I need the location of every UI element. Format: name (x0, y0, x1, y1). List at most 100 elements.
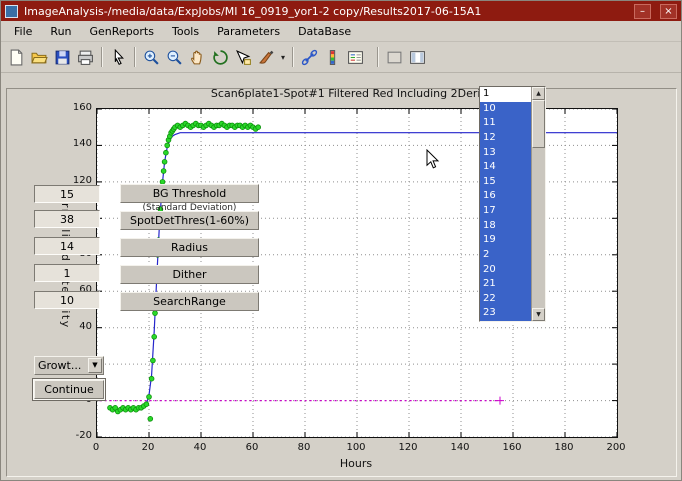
x-tick-label: 120 (393, 442, 423, 453)
printer-icon (77, 49, 94, 66)
menu-item-tools[interactable]: Tools (163, 23, 208, 40)
x-tick-label: 0 (81, 442, 111, 453)
list-item[interactable]: 16 (480, 189, 531, 204)
x-tick-label: 140 (445, 442, 475, 453)
figure-canvas: Scan6plate1-Spot#1 Filtered Red Includin… (1, 73, 682, 481)
spotdetthres-label-button[interactable]: SpotDetThres(1-60%) (120, 211, 259, 230)
rotate-3d-button[interactable] (209, 46, 232, 69)
titlebar[interactable]: ImageAnalysis-/media/data/ExpJobs/MI 16_… (1, 1, 681, 21)
menu-item-parameters[interactable]: Parameters (208, 23, 289, 40)
spotdetthres-input[interactable] (34, 210, 100, 228)
list-item[interactable]: 20 (480, 263, 531, 278)
list-item[interactable]: 21 (480, 277, 531, 292)
listbox-scrollbar[interactable]: ▲ ▼ (531, 87, 545, 321)
y-tick-label: -20 (48, 430, 92, 441)
bg-threshold-label-button[interactable]: BG Threshold (120, 184, 259, 203)
list-item[interactable]: 22 (480, 292, 531, 307)
y-tick-label: 160 (48, 102, 92, 113)
spot-list: 1 10 11 12 13 14 15 16 17 18 19 2 20 21 … (480, 87, 531, 321)
figure-toolbar: ▾ (1, 42, 681, 73)
toolbar-separator (377, 47, 379, 67)
brush-icon (258, 49, 275, 66)
list-item[interactable]: 1 (480, 87, 531, 102)
x-tick-label: 200 (601, 442, 631, 453)
x-tick-label: 100 (341, 442, 371, 453)
insert-colorbar-button[interactable] (321, 46, 344, 69)
legend-icon (347, 49, 364, 66)
brush-button[interactable] (255, 46, 278, 69)
colorbar-icon (324, 49, 341, 66)
list-item[interactable]: 10 (480, 102, 531, 117)
data-cursor-icon (235, 49, 252, 66)
show-plot-tools-button[interactable] (406, 46, 429, 69)
arrow-pointer-icon (110, 49, 127, 66)
searchrange-input[interactable] (34, 291, 100, 309)
zoom-in-button[interactable] (140, 46, 163, 69)
zoom-out-button[interactable] (163, 46, 186, 69)
menu-item-genreports[interactable]: GenReports (81, 23, 163, 40)
y-tick-label: 40 (48, 321, 92, 332)
new-document-icon (8, 49, 25, 66)
continue-button[interactable]: Continue (34, 380, 104, 399)
data-cursor-button[interactable] (232, 46, 255, 69)
hand-icon (189, 49, 206, 66)
hide-plot-tools-button[interactable] (383, 46, 406, 69)
scrollbar-thumb[interactable] (532, 100, 545, 148)
spot-listbox[interactable]: 1 10 11 12 13 14 15 16 17 18 19 2 20 21 … (479, 86, 546, 322)
searchrange-label-button[interactable]: SearchRange (120, 292, 259, 311)
x-tick-label: 180 (549, 442, 579, 453)
rotate-icon (212, 49, 229, 66)
link-plots-button[interactable] (298, 46, 321, 69)
zoom-in-icon (143, 49, 160, 66)
new-file-button[interactable] (5, 46, 28, 69)
save-button[interactable] (51, 46, 74, 69)
insert-legend-button[interactable] (344, 46, 367, 69)
scroll-up-icon[interactable]: ▲ (532, 87, 545, 100)
x-tick-label: 160 (497, 442, 527, 453)
radius-label-button[interactable]: Radius (120, 238, 259, 257)
list-item[interactable]: 14 (480, 160, 531, 175)
list-item[interactable]: 18 (480, 219, 531, 234)
list-item[interactable]: 17 (480, 204, 531, 219)
pan-button[interactable] (186, 46, 209, 69)
brush-dropdown-button[interactable]: ▾ (278, 53, 288, 62)
app-icon (5, 5, 18, 18)
open-file-button[interactable] (28, 46, 51, 69)
print-button[interactable] (74, 46, 97, 69)
open-folder-icon (31, 49, 48, 66)
x-tick-label: 20 (133, 442, 163, 453)
growth-dropdown-value: Growt... (35, 359, 88, 372)
chevron-down-icon: ▼ (88, 358, 102, 373)
minimize-button[interactable]: – (634, 4, 651, 19)
radius-input[interactable] (34, 237, 100, 255)
zoom-out-icon (166, 49, 183, 66)
menu-item-file[interactable]: File (5, 23, 41, 40)
pointer-tool-button[interactable] (107, 46, 130, 69)
menu-item-run[interactable]: Run (41, 23, 80, 40)
x-tick-label: 40 (185, 442, 215, 453)
mouse-cursor (426, 149, 440, 170)
bg-threshold-input[interactable] (34, 185, 100, 203)
show-plot-tools-icon (409, 49, 426, 66)
scroll-down-icon[interactable]: ▼ (532, 308, 545, 321)
toolbar-separator (134, 47, 136, 67)
list-item[interactable]: 19 (480, 233, 531, 248)
close-button[interactable]: × (660, 4, 677, 19)
window-title: ImageAnalysis-/media/data/ExpJobs/MI 16_… (24, 5, 625, 18)
growth-dropdown[interactable]: Growt... ▼ (34, 356, 104, 375)
dither-input[interactable] (34, 264, 100, 282)
list-item[interactable]: 2 (480, 248, 531, 263)
chevron-down-icon: ▾ (281, 53, 285, 62)
list-item[interactable]: 13 (480, 146, 531, 161)
menu-item-database[interactable]: DataBase (289, 23, 360, 40)
list-item[interactable]: 15 (480, 175, 531, 190)
floppy-disk-icon (54, 49, 71, 66)
toolbar-separator (101, 47, 103, 67)
x-tick-label: 60 (237, 442, 267, 453)
list-item[interactable]: 11 (480, 116, 531, 131)
dither-label-button[interactable]: Dither (120, 265, 259, 284)
list-item[interactable]: 12 (480, 131, 531, 146)
hide-plot-tools-icon (386, 49, 403, 66)
chain-link-icon (301, 49, 318, 66)
list-item[interactable]: 23 (480, 306, 531, 321)
